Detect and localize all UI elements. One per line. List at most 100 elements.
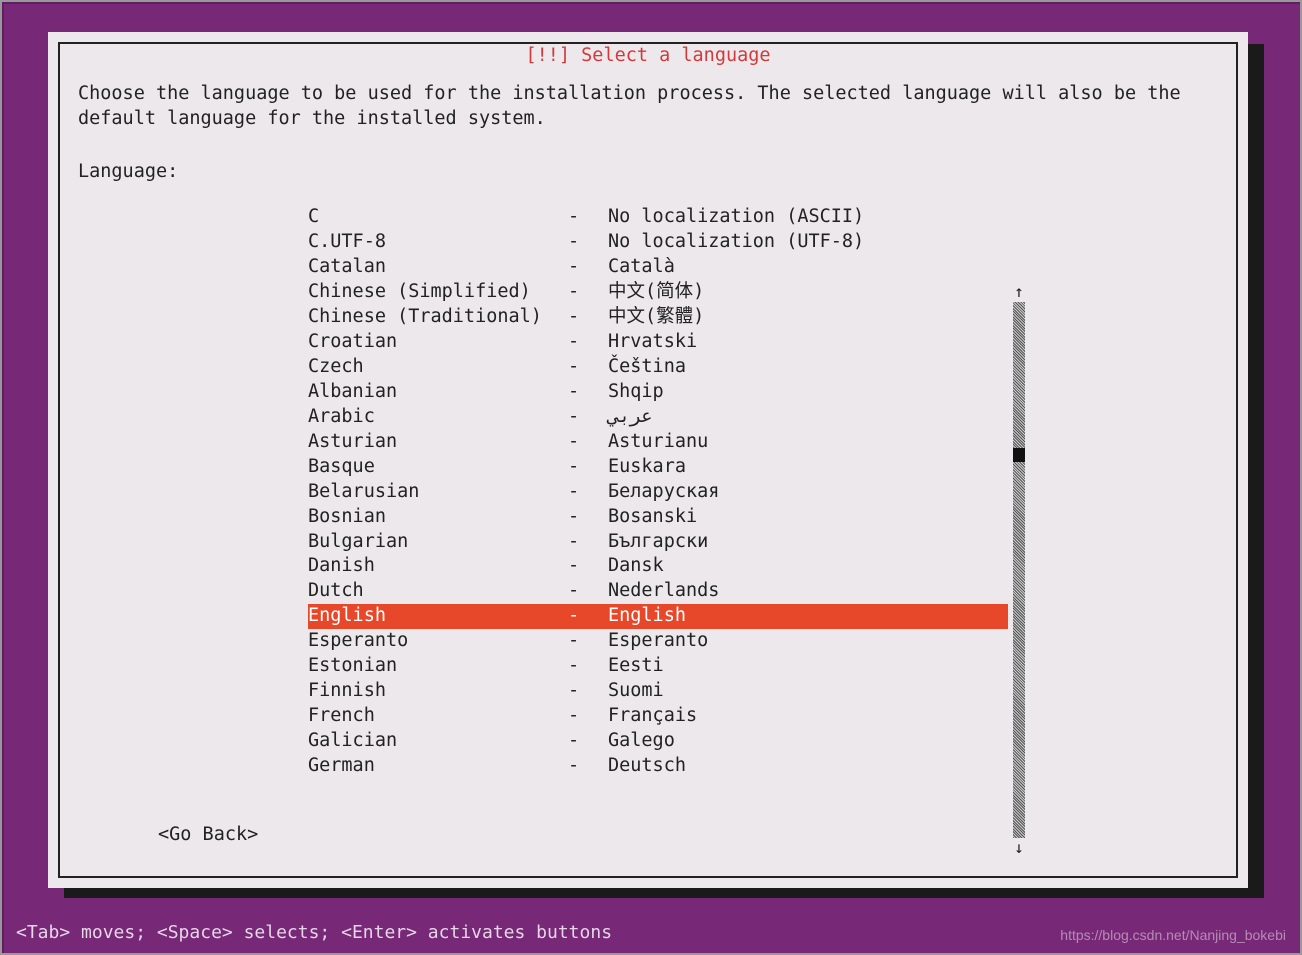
language-item[interactable]: Estonian-Eesti [308, 654, 1008, 679]
separator: - [568, 280, 608, 305]
language-item[interactable]: French-Français [308, 704, 1008, 729]
language-name: Galician [308, 729, 568, 754]
localized-name: No localization (UTF-8) [608, 230, 1008, 255]
localized-name: English [608, 604, 1008, 629]
language-item[interactable]: Bulgarian-Български [308, 530, 1008, 555]
key-hints: <Tab> moves; <Space> selects; <Enter> ac… [16, 921, 612, 945]
separator: - [568, 480, 608, 505]
watermark-text: https://blog.csdn.net/Nanjing_bokebi [1060, 926, 1286, 945]
language-name: Chinese (Simplified) [308, 280, 568, 305]
separator: - [568, 530, 608, 555]
language-name: C [308, 205, 568, 230]
language-name: French [308, 704, 568, 729]
separator: - [568, 255, 608, 280]
language-item[interactable]: Catalan-Català [308, 255, 1008, 280]
language-name: Catalan [308, 255, 568, 280]
separator: - [568, 604, 608, 629]
localized-name: Suomi [608, 679, 1008, 704]
localized-name: No localization (ASCII) [608, 205, 1008, 230]
dialog-title: [!!] Select a language [513, 44, 782, 69]
language-name: Chinese (Traditional) [308, 305, 568, 330]
localized-name: Čeština [608, 355, 1008, 380]
language-item[interactable]: Albanian-Shqip [308, 380, 1008, 405]
language-item[interactable]: German-Deutsch [308, 754, 1008, 779]
language-item[interactable]: Belarusian-Беларуская [308, 480, 1008, 505]
separator: - [568, 579, 608, 604]
localized-name: Euskara [608, 455, 1008, 480]
language-name: Basque [308, 455, 568, 480]
localized-name: Беларуская [608, 480, 1008, 505]
language-name: Bulgarian [308, 530, 568, 555]
dialog-box: [!!] Select a language Choose the langua… [48, 32, 1248, 888]
language-list[interactable]: C-No localization (ASCII)C.UTF-8-No loca… [308, 205, 1008, 779]
scrollbar[interactable]: ↑ ↓ [1013, 284, 1025, 856]
separator: - [568, 305, 608, 330]
localized-name: Esperanto [608, 629, 1008, 654]
separator: - [568, 330, 608, 355]
separator: - [568, 380, 608, 405]
language-name: Albanian [308, 380, 568, 405]
localized-name: 中文(繁體) [608, 305, 1008, 330]
language-name: Danish [308, 554, 568, 579]
language-item[interactable]: Danish-Dansk [308, 554, 1008, 579]
language-item[interactable]: Dutch-Nederlands [308, 579, 1008, 604]
separator: - [568, 679, 608, 704]
language-name: Bosnian [308, 505, 568, 530]
dialog-content: Choose the language to be used for the i… [78, 82, 1218, 779]
localized-name: Bosanski [608, 505, 1008, 530]
localized-name: Dansk [608, 554, 1008, 579]
localized-name: Català [608, 255, 1008, 280]
localized-name: عربي [608, 405, 1008, 430]
separator: - [568, 729, 608, 754]
language-name: Asturian [308, 430, 568, 455]
localized-name: Shqip [608, 380, 1008, 405]
language-item[interactable]: Finnish-Suomi [308, 679, 1008, 704]
localized-name: Français [608, 704, 1008, 729]
separator: - [568, 505, 608, 530]
language-name: Belarusian [308, 480, 568, 505]
separator: - [568, 405, 608, 430]
separator: - [568, 455, 608, 480]
language-name: Estonian [308, 654, 568, 679]
separator: - [568, 704, 608, 729]
language-name: German [308, 754, 568, 779]
description-text: Choose the language to be used for the i… [78, 82, 1218, 132]
scrollbar-track[interactable] [1013, 302, 1025, 838]
localized-name: Eesti [608, 654, 1008, 679]
localized-name: Deutsch [608, 754, 1008, 779]
installer-background: [!!] Select a language Choose the langua… [4, 4, 1300, 953]
language-item[interactable]: Chinese (Simplified)-中文(简体) [308, 280, 1008, 305]
language-item[interactable]: Arabic-عربي [308, 405, 1008, 430]
language-item[interactable]: Croatian-Hrvatski [308, 330, 1008, 355]
separator: - [568, 629, 608, 654]
go-back-button[interactable]: <Go Back> [158, 823, 258, 848]
language-item[interactable]: Galician-Galego [308, 729, 1008, 754]
language-name: Arabic [308, 405, 568, 430]
language-item[interactable]: Bosnian-Bosanski [308, 505, 1008, 530]
language-name: Croatian [308, 330, 568, 355]
localized-name: Български [608, 530, 1008, 555]
scroll-down-icon[interactable]: ↓ [1014, 840, 1024, 856]
language-name: Dutch [308, 579, 568, 604]
language-name: Esperanto [308, 629, 568, 654]
language-item[interactable]: Chinese (Traditional)-中文(繁體) [308, 305, 1008, 330]
language-item[interactable]: Czech-Čeština [308, 355, 1008, 380]
language-name: Czech [308, 355, 568, 380]
language-name: Finnish [308, 679, 568, 704]
prompt-label: Language: [78, 160, 1218, 185]
language-item[interactable]: C-No localization (ASCII) [308, 205, 1008, 230]
localized-name: Nederlands [608, 579, 1008, 604]
language-item[interactable]: Esperanto-Esperanto [308, 629, 1008, 654]
separator: - [568, 230, 608, 255]
language-item[interactable]: C.UTF-8-No localization (UTF-8) [308, 230, 1008, 255]
separator: - [568, 205, 608, 230]
language-name: English [308, 604, 568, 629]
language-item[interactable]: English-English [308, 604, 1008, 629]
language-item[interactable]: Asturian-Asturianu [308, 430, 1008, 455]
localized-name: Asturianu [608, 430, 1008, 455]
separator: - [568, 754, 608, 779]
language-item[interactable]: Basque-Euskara [308, 455, 1008, 480]
scroll-up-icon[interactable]: ↑ [1014, 284, 1024, 300]
scrollbar-thumb[interactable] [1013, 448, 1025, 462]
localized-name: Galego [608, 729, 1008, 754]
